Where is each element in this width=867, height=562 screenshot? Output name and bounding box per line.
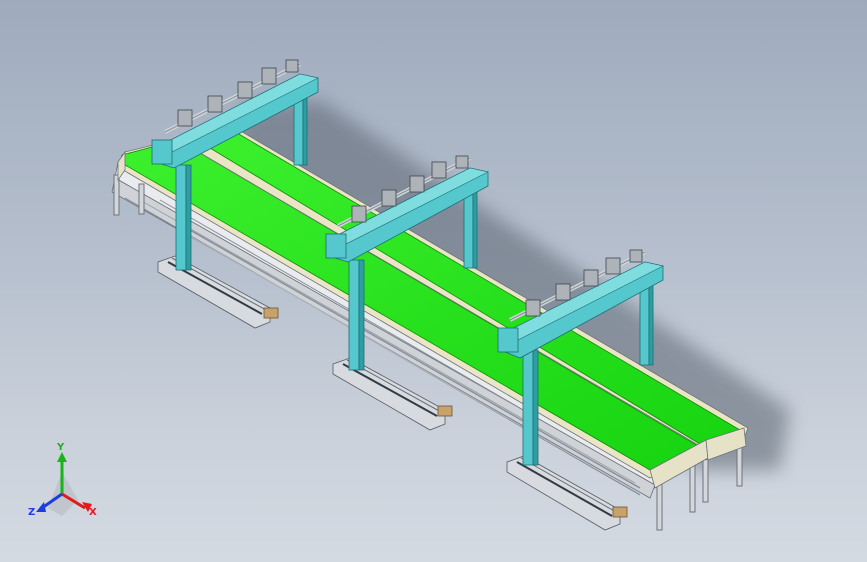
axis-y-arrow (57, 452, 67, 462)
rail-motor-1 (263, 307, 279, 319)
axis-x-label: X (89, 507, 97, 518)
axis-triad[interactable]: Y X Z (28, 442, 97, 518)
axis-y-label: Y (56, 442, 65, 453)
rail-motor-3 (612, 506, 628, 518)
rail-motor-2 (437, 405, 453, 417)
axis-z-arrow (36, 502, 46, 512)
cad-viewport[interactable]: Y X Z (0, 0, 867, 562)
axis-z-label: Z (28, 507, 35, 518)
conveyor-gantry-assembly-model[interactable]: Y X Z (0, 0, 867, 562)
